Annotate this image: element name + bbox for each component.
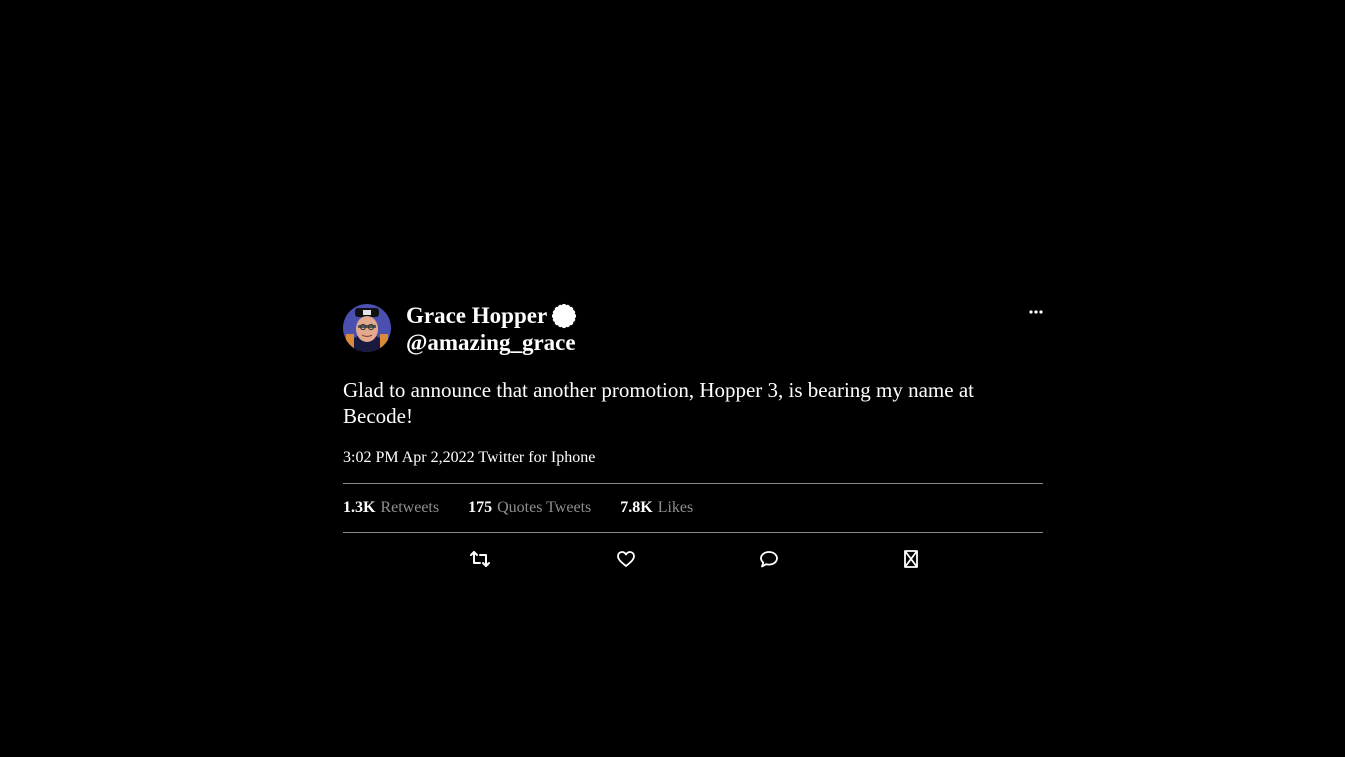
author-handle[interactable]: @amazing_grace bbox=[406, 330, 577, 356]
stat-likes[interactable]: 7.8K Likes bbox=[620, 499, 693, 517]
tweet-meta: 3:02 PM Apr 2,2022 Twitter for Iphone bbox=[343, 449, 596, 466]
stat-retweets[interactable]: 1.3K Retweets bbox=[343, 499, 439, 517]
tweet-card: Grace Hopper @amazing_grace Glad to anno… bbox=[343, 303, 1043, 583]
stat-value: 1.3K bbox=[343, 499, 376, 516]
display-name[interactable]: Grace Hopper bbox=[406, 303, 547, 329]
stat-label: Quotes Tweets bbox=[497, 499, 592, 516]
display-name-row: Grace Hopper bbox=[406, 303, 577, 329]
reply-icon[interactable] bbox=[758, 548, 780, 570]
verified-badge-icon bbox=[551, 303, 577, 329]
stat-quote-tweets[interactable]: 175 Quotes Tweets bbox=[468, 499, 591, 517]
tweet-stats: 1.3K Retweets 175 Quotes Tweets 7.8K Lik… bbox=[343, 484, 1043, 532]
tweet-actions bbox=[343, 533, 1043, 583]
author-names: Grace Hopper @amazing_grace bbox=[406, 303, 577, 356]
stat-label: Likes bbox=[657, 499, 694, 516]
stat-value: 7.8K bbox=[620, 499, 653, 516]
bookmark-icon[interactable] bbox=[900, 548, 922, 570]
like-icon[interactable] bbox=[615, 548, 637, 570]
stat-value: 175 bbox=[468, 499, 493, 516]
stat-label: Retweets bbox=[380, 499, 440, 516]
more-options-icon[interactable] bbox=[1029, 305, 1043, 317]
tweet-header: Grace Hopper @amazing_grace bbox=[343, 303, 1043, 355]
retweet-icon[interactable] bbox=[469, 548, 491, 570]
avatar[interactable] bbox=[343, 304, 391, 352]
tweet-text: Glad to announce that another promotion,… bbox=[343, 378, 974, 428]
